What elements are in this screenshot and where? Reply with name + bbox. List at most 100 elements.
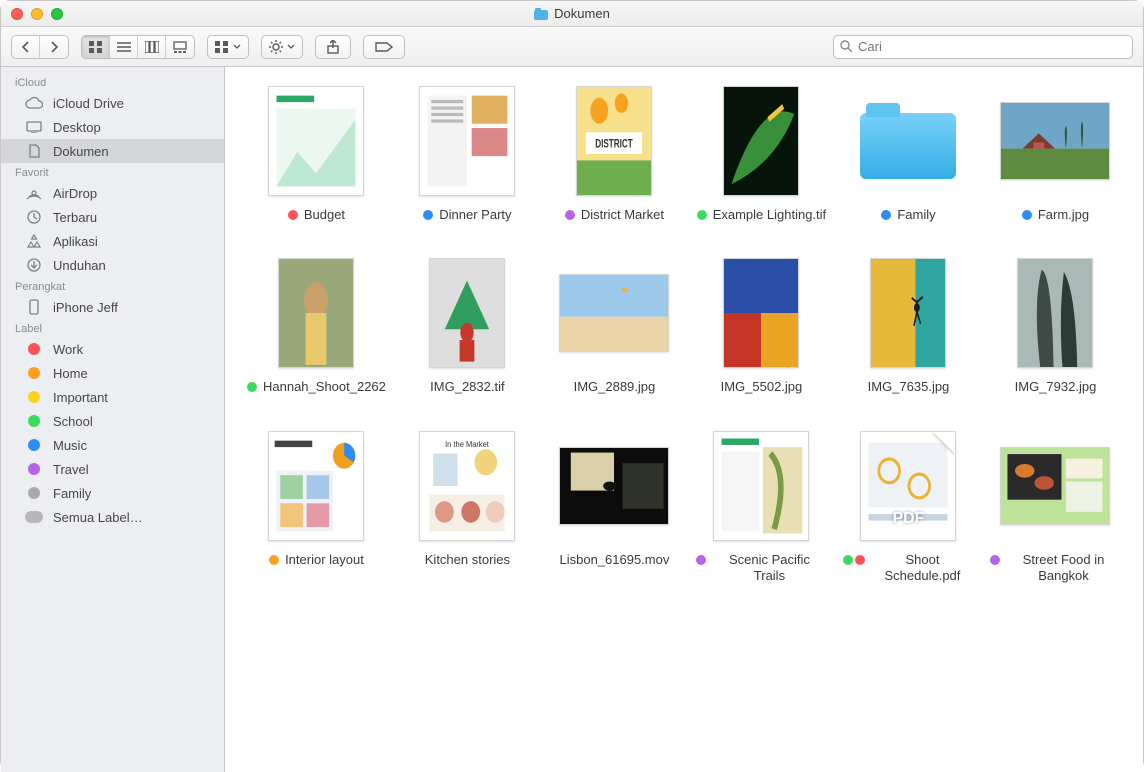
file-name: Shoot Schedule.pdf — [871, 552, 974, 585]
search-field[interactable] — [833, 35, 1133, 59]
file-item[interactable]: IMG_2889.jpg — [549, 257, 680, 395]
sidebar-item-airdrop[interactable]: AirDrop — [1, 181, 224, 205]
titlebar: Dokumen — [1, 1, 1143, 27]
sidebar-item-aplikasi[interactable]: Aplikasi — [1, 229, 224, 253]
tag-dot-icon — [269, 555, 279, 565]
file-item[interactable]: IMG_2832.tif — [402, 257, 533, 395]
file-name: Dinner Party — [439, 207, 511, 223]
file-item[interactable]: Interior layout — [247, 430, 386, 585]
tag-dot-icon — [28, 343, 40, 355]
file-thumbnail — [278, 258, 354, 368]
file-tags — [247, 379, 257, 392]
file-item[interactable]: IMG_7932.jpg — [990, 257, 1121, 395]
group-by-segment[interactable] — [207, 35, 249, 59]
share-button[interactable] — [315, 35, 351, 59]
tag-dot-icon — [247, 382, 257, 392]
tag-icon — [375, 41, 393, 53]
tag-dot-icon — [28, 487, 40, 499]
sidebar-item-label: Family — [53, 486, 91, 501]
file-name: Family — [897, 207, 935, 223]
file-name: IMG_2832.tif — [430, 379, 504, 395]
file-name: Kitchen stories — [425, 552, 510, 568]
sidebar-item-unduhan[interactable]: Unduhan — [1, 253, 224, 277]
sidebar-item-iphone[interactable]: iPhone Jeff — [1, 295, 224, 319]
section-head-icloud: iCloud — [1, 73, 224, 91]
sidebar-tag-family[interactable]: Family — [1, 481, 224, 505]
airdrop-icon — [25, 186, 43, 200]
sidebar-tag-work[interactable]: Work — [1, 337, 224, 361]
file-name: Hannah_Shoot_2262 — [263, 379, 386, 395]
tags-button[interactable] — [363, 35, 405, 59]
file-item[interactable]: PDF Shoot Schedule.pdf — [843, 430, 974, 585]
sidebar-tag-home[interactable]: Home — [1, 361, 224, 385]
gallery-view-button[interactable] — [166, 36, 194, 58]
file-item[interactable]: Scenic Pacific Trails — [696, 430, 827, 585]
cloud-icon — [25, 97, 43, 109]
sidebar-item-label: Home — [53, 366, 88, 381]
file-item[interactable]: Budget — [247, 85, 386, 223]
sidebar-tag-important[interactable]: Important — [1, 385, 224, 409]
file-item[interactable]: Hannah_Shoot_2262 — [247, 257, 386, 395]
sidebar-item-icloud-drive[interactable]: iCloud Drive — [1, 91, 224, 115]
icon-view-button[interactable] — [82, 36, 110, 58]
sidebar-item-label: Semua Label… — [53, 510, 143, 525]
file-name: Interior layout — [285, 552, 364, 568]
sidebar-item-desktop[interactable]: Desktop — [1, 115, 224, 139]
sidebar-item-label: School — [53, 414, 93, 429]
sidebar-item-label: Important — [53, 390, 108, 405]
action-menu-button[interactable] — [261, 35, 303, 59]
file-tags — [843, 552, 865, 565]
window-title: Dokumen — [554, 6, 610, 21]
back-button[interactable] — [12, 36, 40, 58]
tag-dot-icon — [881, 210, 891, 220]
file-tags — [423, 207, 433, 220]
file-item[interactable]: Dinner Party — [402, 85, 533, 223]
nav-segment — [11, 35, 69, 59]
sidebar-item-terbaru[interactable]: Terbaru — [1, 205, 224, 229]
file-item[interactable]: Family — [843, 85, 974, 223]
file-item[interactable]: Lisbon_61695.mov — [549, 430, 680, 585]
section-head-perangkat: Perangkat — [1, 277, 224, 295]
column-view-button[interactable] — [138, 36, 166, 58]
tag-dot-icon — [990, 555, 1000, 565]
sidebar-tag-travel[interactable]: Travel — [1, 457, 224, 481]
content-area[interactable]: Budget Dinner Party DISTRICTDistrict Marke… — [225, 67, 1143, 772]
file-tags — [288, 207, 298, 220]
file-name: Lisbon_61695.mov — [559, 552, 669, 568]
file-name: Street Food in Bangkok — [1006, 552, 1121, 585]
tag-dot-icon — [28, 391, 40, 403]
file-thumbnail: PDF — [860, 431, 956, 541]
file-name: Farm.jpg — [1038, 207, 1089, 223]
file-thumbnail — [723, 258, 799, 368]
tag-dot-icon — [1022, 210, 1032, 220]
desktop-icon — [25, 121, 43, 133]
file-item[interactable]: IMG_5502.jpg — [696, 257, 827, 395]
file-thumbnail — [870, 258, 946, 368]
phone-icon — [25, 299, 43, 315]
list-view-button[interactable] — [110, 36, 138, 58]
tag-dot-icon — [28, 367, 40, 379]
file-item[interactable]: Farm.jpg — [990, 85, 1121, 223]
sidebar-item-label: Dokumen — [53, 144, 109, 159]
sidebar-item-label: iCloud Drive — [53, 96, 124, 111]
file-thumbnail — [1000, 447, 1110, 525]
file-tags — [697, 207, 707, 220]
tag-dot-icon — [28, 463, 40, 475]
chevron-down-icon — [287, 44, 295, 50]
sidebar-item-dokumen[interactable]: Dokumen — [1, 139, 224, 163]
file-item[interactable]: Street Food in Bangkok — [990, 430, 1121, 585]
file-item[interactable]: Example Lighting.tif — [696, 85, 827, 223]
file-item[interactable]: In the Market Kitchen stories — [402, 430, 533, 585]
folder-icon — [534, 8, 548, 20]
file-thumbnail: In the Market — [419, 431, 515, 541]
forward-button[interactable] — [40, 36, 68, 58]
sidebar-all-tags[interactable]: Semua Label… — [1, 505, 224, 529]
search-input[interactable] — [858, 39, 1126, 54]
sidebar-tag-school[interactable]: School — [1, 409, 224, 433]
sidebar-item-label: Travel — [53, 462, 89, 477]
sidebar-tag-music[interactable]: Music — [1, 433, 224, 457]
file-item[interactable]: IMG_7635.jpg — [843, 257, 974, 395]
all-tags-icon — [28, 511, 40, 523]
file-thumbnail — [723, 86, 799, 196]
file-item[interactable]: DISTRICTDistrict Market — [549, 85, 680, 223]
